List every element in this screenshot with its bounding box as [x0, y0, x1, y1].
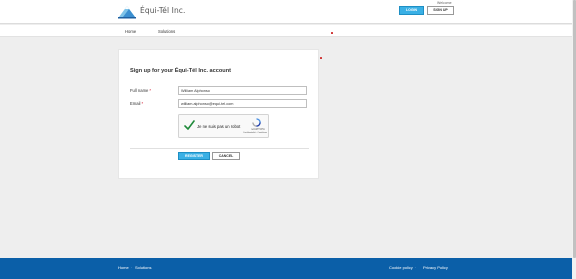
required-marker: *: [149, 88, 152, 93]
footer-home-link[interactable]: Home: [118, 265, 129, 270]
brand-name[interactable]: Équi-Tél Inc.: [140, 6, 186, 15]
cookie-policy-link[interactable]: Cookie policy: [389, 265, 413, 270]
recaptcha-widget[interactable]: Je ne suis pas un robot reCAPTCHA Confid…: [178, 114, 269, 138]
register-button[interactable]: REGISTER: [178, 152, 210, 160]
recaptcha-label: Je ne suis pas un robot: [197, 124, 241, 129]
marker-dot: [331, 32, 333, 34]
full-name-label: Full name*: [130, 88, 152, 93]
required-marker: *: [141, 101, 144, 106]
login-button[interactable]: LOGIN: [399, 6, 424, 15]
recaptcha-logo-icon: [252, 118, 261, 127]
signup-button[interactable]: SIGN UP: [427, 6, 454, 15]
email-field[interactable]: [178, 99, 307, 108]
scrollbar-thumb[interactable]: [573, 0, 576, 258]
nav-solutions[interactable]: Solutions: [158, 29, 175, 34]
email-label: Email*: [130, 101, 144, 106]
recaptcha-terms[interactable]: Confidentialité - Conditions: [241, 132, 269, 134]
page-title: Sign up for your Équi-Tél Inc. account: [130, 68, 232, 74]
top-bar: Équi-Tél Inc. Welcome LOGIN SIGN UP: [0, 0, 572, 24]
full-name-field[interactable]: [178, 86, 307, 95]
signup-card: Sign up for your Équi-Tél Inc. account F…: [118, 49, 319, 179]
welcome-text: Welcome: [437, 1, 452, 5]
cancel-button[interactable]: CANCEL: [212, 152, 240, 160]
checkmark-icon[interactable]: [184, 120, 195, 131]
footer-separator: ·: [131, 265, 133, 270]
marker-dot: [320, 57, 322, 59]
divider: [130, 148, 309, 149]
footer-separator: ·: [415, 265, 417, 270]
mountain-logo-icon[interactable]: [118, 3, 136, 19]
nav-bar: Home Solutions: [0, 25, 572, 37]
privacy-policy-link[interactable]: Privacy Policy: [423, 265, 448, 270]
recaptcha-brand: reCAPTCHA: [251, 128, 265, 131]
nav-home[interactable]: Home: [125, 29, 136, 34]
footer: Home · Solutions Cookie policy · Privacy…: [0, 258, 572, 279]
footer-solutions-link[interactable]: Solutions: [135, 265, 151, 270]
